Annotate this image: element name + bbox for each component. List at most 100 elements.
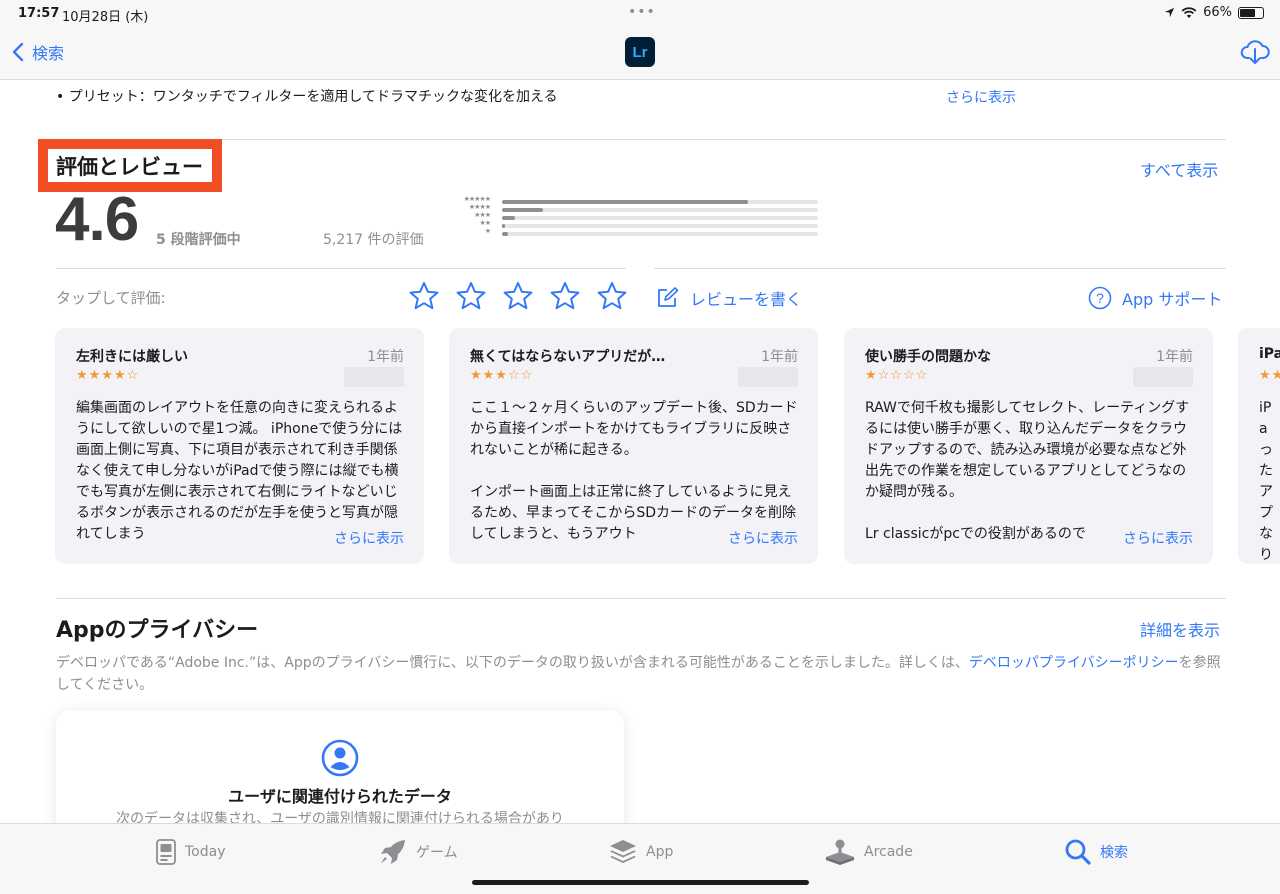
ratings-count: 5,217 件の評価 xyxy=(323,232,424,248)
histogram-row: ★★★★★ xyxy=(446,195,818,206)
back-button[interactable]: 検索 xyxy=(12,40,64,64)
privacy-description: デベロッパである“Adobe Inc.”は、Appのプライバシー慣行に、以下のデ… xyxy=(56,652,1226,696)
tap-to-rate-label: タップして評価: xyxy=(56,289,166,307)
histogram-stars: ★ xyxy=(484,227,491,235)
histogram-bar xyxy=(502,232,509,236)
back-label: 検索 xyxy=(32,44,65,63)
rating-out-of: 5 段階評価中 xyxy=(156,232,241,248)
question-circle-icon: ? xyxy=(1088,286,1112,310)
tab-games[interactable]: ゲーム xyxy=(378,838,458,866)
review-card[interactable]: 無くてはならないアプリだが… 1年前 ★★★☆☆ ここ１〜２ヶ月くらいのアップデ… xyxy=(449,328,818,564)
privacy-desc-text: デベロッパである“Adobe Inc.”は、Appのプライバシー慣行に、以下のデ… xyxy=(56,655,969,671)
write-review-label: レビューを書く xyxy=(690,290,803,309)
wifi-icon xyxy=(1181,6,1197,18)
location-icon xyxy=(1165,7,1175,18)
write-review-button[interactable]: レビューを書く xyxy=(656,286,802,310)
privacy-card-title: ユーザに関連付けられたデータ xyxy=(228,787,452,806)
tab-label: Arcade xyxy=(864,844,913,860)
review-paragraph: iPa った アプ なり 出る あと てい xyxy=(1259,400,1273,563)
review-paragraph: RAWで何千枚も撮影してセレクト、レーティングするには使い勝手が悪く、取り込んだ… xyxy=(865,400,1190,500)
rate-star-5-button[interactable] xyxy=(596,281,628,311)
tap-to-rate-stars xyxy=(408,281,628,311)
review-title: 無くてはならないアプリだが… xyxy=(470,349,666,365)
ratings-title: 評価とレビュー xyxy=(56,155,203,179)
section-divider xyxy=(56,598,1226,599)
rate-star-4-button[interactable] xyxy=(549,281,581,311)
histogram-row: ★★★★ xyxy=(446,203,818,214)
review-card[interactable]: 使い勝手の問題かな 1年前 ★☆☆☆☆ RAWで何千枚も撮影してセレクト、レーテ… xyxy=(844,328,1213,564)
rate-star-1-button[interactable] xyxy=(408,281,440,311)
tab-label: App xyxy=(646,844,674,860)
chevron-left-icon xyxy=(12,42,24,62)
description-more-link[interactable]: さらに表示 xyxy=(946,87,1016,107)
review-stars: ★★★★☆ xyxy=(76,368,140,383)
tab-label: ゲーム xyxy=(416,845,458,861)
histogram-bar xyxy=(502,208,544,212)
review-stars: ★★★☆☆ xyxy=(470,368,534,383)
review-card[interactable]: 左利きには厳しい 1年前 ★★★★☆ 編集画面のレイアウトを任意の向きに変えられ… xyxy=(55,328,424,564)
tab-label: Today xyxy=(185,844,226,860)
review-body: iPa った アプ なり 出る あと てい xyxy=(1259,398,1279,564)
histogram-bar xyxy=(502,200,749,204)
review-date: 1年前 xyxy=(761,349,798,365)
tab-apps[interactable]: App xyxy=(608,838,673,866)
today-icon xyxy=(156,839,176,865)
battery-icon xyxy=(1238,6,1264,19)
nav-bar: 検索 Lr xyxy=(0,28,1280,80)
section-divider xyxy=(56,268,626,269)
review-date: 1年前 xyxy=(1156,349,1193,365)
review-paragraph: ここ１〜２ヶ月くらいのアップデート後、SDカードから直接インポートをかけてもライ… xyxy=(470,400,798,458)
privacy-title: Appのプライバシー xyxy=(56,618,259,643)
tab-today[interactable]: Today xyxy=(155,838,226,866)
cloud-download-icon xyxy=(1240,40,1270,64)
lightroom-app-icon: Lr xyxy=(625,37,655,67)
histogram-bar xyxy=(502,216,515,220)
joystick-icon xyxy=(826,839,854,865)
download-button[interactable] xyxy=(1240,38,1270,70)
privacy-details-link[interactable]: 詳細を表示 xyxy=(1140,617,1220,641)
review-author-redacted xyxy=(738,367,798,387)
multitasking-dots-icon[interactable]: ••• xyxy=(628,4,656,20)
histogram-row: ★★★ xyxy=(446,211,818,222)
search-icon xyxy=(1065,839,1091,865)
review-title: 使い勝手の問題かな xyxy=(865,349,991,365)
status-time: 17:57 xyxy=(18,6,60,21)
rate-star-3-button[interactable] xyxy=(502,281,534,311)
histogram-stars: ★★ xyxy=(479,219,491,227)
battery-percent: 66% xyxy=(1203,5,1232,20)
status-indicators: 66% xyxy=(1164,5,1264,20)
home-indicator[interactable] xyxy=(472,880,809,885)
review-paragraph: 編集画面のレイアウトを任意の向きに変えられるようにして欲しいので星1つ減。 iP… xyxy=(76,400,403,542)
status-date: 10月28日 (木) xyxy=(62,10,149,25)
review-more-link[interactable]: さらに表示 xyxy=(700,528,798,548)
layers-icon xyxy=(610,840,636,863)
app-support-button[interactable]: ? App サポート xyxy=(1088,286,1222,310)
rate-star-2-button[interactable] xyxy=(455,281,487,311)
review-author-redacted xyxy=(1133,367,1193,387)
rating-score: 4.6 xyxy=(55,185,139,254)
histogram-row: ★ xyxy=(446,227,818,238)
review-more-link[interactable]: さらに表示 xyxy=(306,528,404,548)
description-preset-line: • プリセット：ワンタッチでフィルターを適用してドラマチックな変化を加える xyxy=(56,89,558,105)
review-card-partial[interactable]: iPa ★★ iPa った アプ なり 出る あと てい xyxy=(1238,328,1280,564)
section-divider xyxy=(654,268,1226,269)
rocket-icon xyxy=(381,840,405,864)
review-more-link[interactable]: さらに表示 xyxy=(1095,528,1193,548)
developer-privacy-policy-link[interactable]: デベロッパプライバシーポリシー xyxy=(969,655,1179,671)
histogram-row: ★★ xyxy=(446,219,818,230)
section-divider xyxy=(56,139,1226,140)
review-title: 左利きには厳しい xyxy=(76,349,188,365)
review-title: iPa xyxy=(1259,346,1280,362)
status-bar: 17:57 10月28日 (木) ••• 66% xyxy=(0,0,1280,28)
review-date: 1年前 xyxy=(367,349,404,365)
person-circle-icon xyxy=(321,739,359,777)
app-support-label: App サポート xyxy=(1122,290,1223,309)
histogram-stars: ★★★ xyxy=(474,211,491,219)
histogram-bar xyxy=(502,224,506,228)
tab-arcade[interactable]: Arcade xyxy=(824,838,913,866)
tab-search[interactable]: 検索 xyxy=(1064,838,1128,866)
review-stars: ★★ xyxy=(1259,368,1280,383)
see-all-reviews-link[interactable]: すべて表示 xyxy=(1140,157,1218,181)
histogram-stars: ★★★★★ xyxy=(463,195,491,203)
review-stars: ★☆☆☆☆ xyxy=(865,368,929,383)
